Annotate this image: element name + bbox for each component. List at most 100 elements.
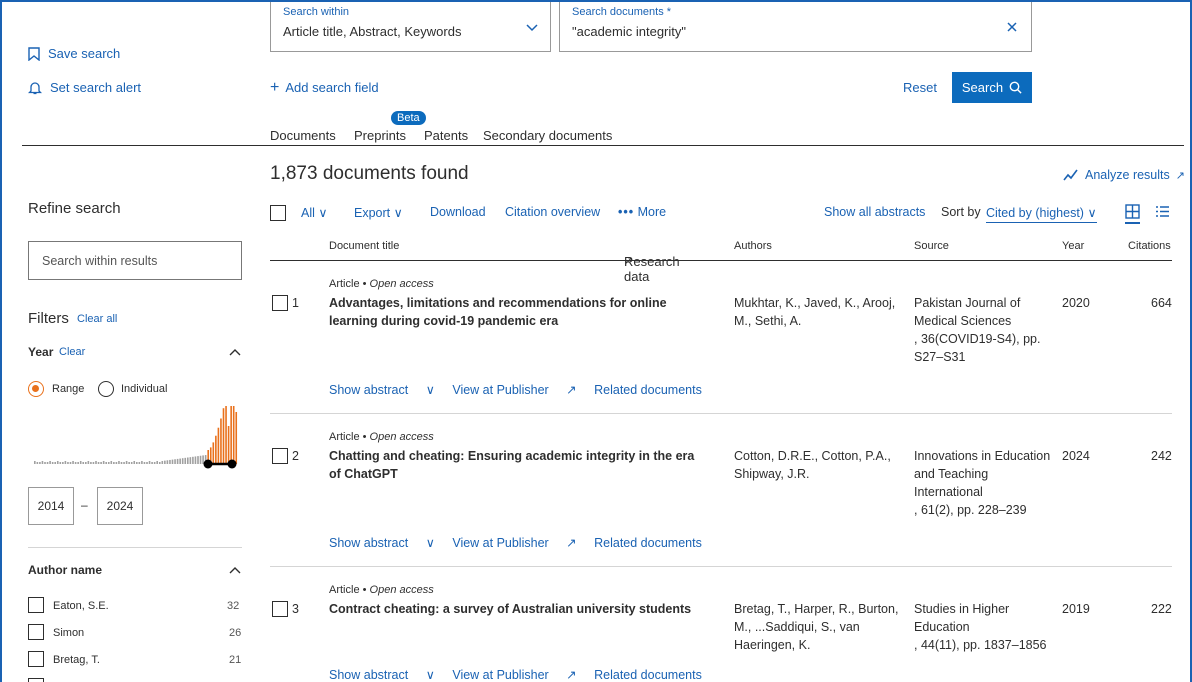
document-type: Article • Open access [329,584,434,596]
export-dropdown[interactable]: Export ∨ [354,205,403,220]
tab-secondary-documents[interactable]: Secondary documents [483,128,612,143]
show-all-abstracts-link[interactable]: Show all abstracts [824,205,925,219]
year-clear-link[interactable]: Clear [59,346,85,358]
document-source[interactable]: Innovations in Education and Teaching Inte… [914,447,1059,519]
histogram-bar [156,461,158,464]
search-within-label: Search within [283,6,350,18]
grid-view-icon[interactable] [1125,204,1140,219]
histogram-bar [95,461,97,464]
author-checkbox[interactable] [28,597,44,613]
row-checkbox[interactable] [272,448,288,464]
histogram-bar [130,462,133,464]
search-within-select[interactable]: Search within Article title, Abstract, K… [270,2,551,52]
range-slider-handle[interactable] [203,459,213,469]
year-to-input[interactable]: 2024 [97,487,143,525]
author-checkbox[interactable] [28,651,44,667]
add-search-field-label: Add search field [285,80,379,95]
histogram-bar [171,459,174,464]
histogram-bar [125,461,128,464]
histogram-bar [141,461,143,464]
author-count: 32 [227,600,240,612]
author-name: Simon [53,627,85,639]
more-menu[interactable]: ••• More [618,205,666,219]
search-within-results-input[interactable]: Search within results [28,241,242,280]
set-alert-link[interactable]: Set search alert [28,80,141,95]
author-count: 26 [229,627,242,639]
histogram-bar [97,462,100,464]
document-source[interactable]: Studies in Higher Education, 44(11), pp. … [914,600,1054,654]
year-range-dash: – [81,498,88,512]
citation-overview-link[interactable]: Citation overview [505,205,600,219]
show-abstract-link[interactable]: Show abstract ∨ [329,668,435,682]
document-title-link[interactable]: Chatting and cheating: Ensuring academic… [329,447,699,483]
show-abstract-link[interactable]: Show abstract ∨ [329,536,435,550]
document-authors[interactable]: Mukhtar, K., Javed, K., Arooj, M., Sethi… [734,294,899,330]
histogram-bar [123,462,125,464]
individual-radio[interactable] [98,381,114,397]
histogram-bar [146,462,148,464]
analyze-results-link[interactable]: Analyze results ↗ [1063,168,1185,182]
histogram-bar [128,462,130,464]
column-header-citations[interactable]: Citations [1128,240,1171,252]
chevron-up-icon[interactable] [229,348,241,356]
histogram-bar [187,457,189,464]
search-button[interactable]: Search [952,72,1032,103]
histogram-bar [82,462,85,464]
row-checkbox[interactable] [272,295,288,311]
search-documents-input[interactable]: Search documents * "academic integrity" [559,2,1032,52]
sort-select[interactable]: Cited by (highest) ∨ [986,205,1097,223]
view-at-publisher-link[interactable]: View at Publisher ↗ [452,383,576,397]
select-all-checkbox[interactable] [270,205,286,221]
column-header-year[interactable]: Year [1062,240,1084,252]
histogram-bar [169,459,171,464]
author-checkbox[interactable] [28,624,44,640]
add-search-field-link[interactable]: + Add search field [270,79,379,95]
clear-all-link[interactable]: Clear all [77,313,117,325]
range-radio[interactable] [28,381,44,397]
histogram-bar [72,461,74,464]
year-histogram[interactable] [32,406,242,472]
save-search-link[interactable]: Save search [28,46,120,61]
document-year: 2019 [1062,602,1090,616]
author-checkbox[interactable] [28,678,44,682]
tab-patents[interactable]: Patents [424,128,468,143]
histogram-bar [41,461,44,464]
list-view-icon[interactable] [1155,205,1170,218]
document-title-link[interactable]: Contract cheating: a survey of Australia… [329,600,699,618]
chevron-up-icon[interactable] [229,566,241,574]
histogram-bar [79,461,82,464]
column-header-title[interactable]: Document title [329,240,399,252]
reset-link[interactable]: Reset [903,80,937,95]
related-documents-link[interactable]: Related documents [594,668,702,682]
column-header-source[interactable]: Source [914,240,949,252]
column-header-authors[interactable]: Authors [734,240,772,252]
document-citations[interactable]: 242 [1151,447,1172,465]
chevron-down-icon [526,24,538,32]
row-checkbox[interactable] [272,601,288,617]
document-authors[interactable]: Cotton, D.R.E., Cotton, P.A., Shipway, J… [734,447,904,483]
histogram-bar [64,461,67,464]
view-at-publisher-link[interactable]: View at Publisher ↗ [452,668,576,682]
year-facet-title: Year [28,345,54,359]
document-title-link[interactable]: Advantages, limitations and recommendati… [329,294,689,330]
document-citations[interactable]: 664 [1151,294,1172,312]
histogram-bar [174,459,176,464]
show-abstract-link[interactable]: Show abstract ∨ [329,383,435,397]
author-count: 21 [229,654,242,666]
tab-documents[interactable]: Documents [270,128,336,143]
search-button-label: Search [961,80,1004,95]
all-dropdown[interactable]: All ∨ [301,205,328,220]
sort-by-label: Sort by [941,205,981,219]
document-authors[interactable]: Bretag, T., Harper, R., Burton, M., ...S… [734,600,899,654]
range-slider-handle[interactable] [227,459,237,469]
download-link[interactable]: Download [430,205,486,219]
close-icon[interactable] [1007,22,1017,32]
related-documents-link[interactable]: Related documents [594,536,702,550]
histogram-bar [164,460,166,464]
view-at-publisher-link[interactable]: View at Publisher ↗ [452,536,576,550]
document-citations[interactable]: 222 [1151,600,1172,618]
document-source[interactable]: Pakistan Journal of Medical Sciences, 36(… [914,294,1054,366]
related-documents-link[interactable]: Related documents [594,383,702,397]
tab-preprints[interactable]: Preprints [354,128,406,143]
year-from-input[interactable]: 2014 [28,487,74,525]
